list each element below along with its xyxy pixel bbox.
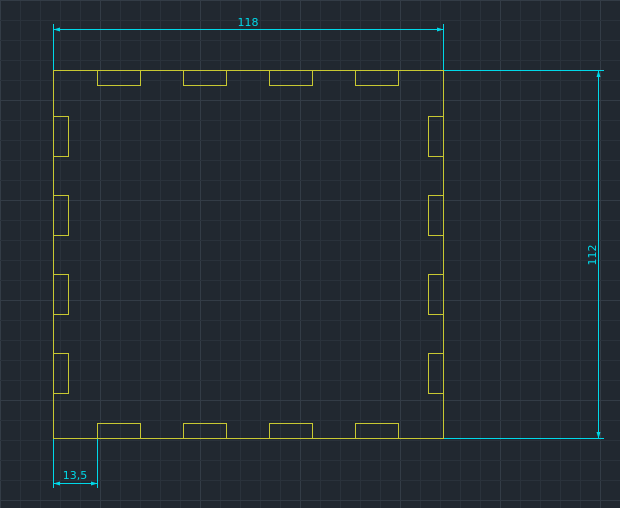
cad-drawing-canvas[interactable]: 118 112 13,5: [0, 0, 620, 508]
width-dimension-text: 118: [238, 16, 259, 29]
height-dimension-text: 112: [586, 245, 599, 266]
canvas-background: [0, 0, 620, 508]
offset-dimension-text: 13,5: [63, 469, 88, 482]
